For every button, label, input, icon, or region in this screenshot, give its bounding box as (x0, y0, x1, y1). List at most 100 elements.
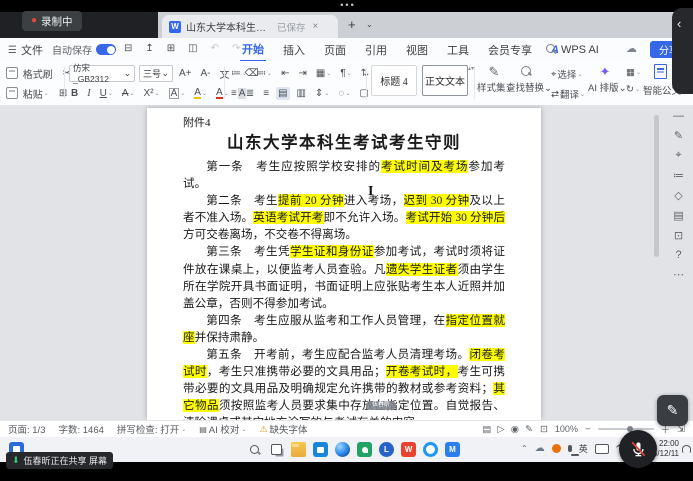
style-body-text[interactable]: 正文文本 (422, 65, 468, 96)
zoom-slider[interactable] (598, 428, 654, 430)
help-icon[interactable]: ? (675, 249, 681, 261)
find-replace-button[interactable]: 查找替换⌄ (506, 64, 546, 94)
select-button[interactable]: ⌖选择⌄ (549, 66, 587, 82)
word-count[interactable]: 字数: 1464 (59, 422, 104, 436)
onedrive-cloud-icon[interactable]: ☁ (535, 443, 545, 454)
menu-wps-ai[interactable]: AWPS AI (549, 41, 601, 59)
autosave-control[interactable]: 自动保存 (52, 42, 116, 57)
document-page[interactable]: 附件4 山东大学本科生考试考生守则 第一条 考生应按照学校安排的考试时间及考场参… (147, 108, 541, 420)
justify-button[interactable]: ▤ (276, 87, 289, 100)
layout-tool-icon[interactable]: ▤ (673, 209, 683, 222)
zoom-out-button[interactable]: − (585, 424, 591, 435)
annotate-button[interactable]: ✎ (657, 395, 688, 426)
microsoft-store-icon[interactable] (313, 442, 328, 457)
read-mode-button[interactable]: ▷ (497, 424, 504, 435)
menu-member[interactable]: 会员专享 (486, 39, 534, 61)
tray-expand-icon[interactable]: ⌃ (521, 444, 528, 453)
touch-keyboard-icon[interactable] (595, 444, 609, 454)
font-name-select[interactable]: 仿宋_GB2312⌄ (69, 65, 135, 82)
copy-button[interactable]: ⊞ (57, 87, 69, 100)
italic-button[interactable]: I (85, 87, 92, 100)
search-icon[interactable] (546, 44, 555, 56)
highlight-button[interactable]: A⌄ (192, 87, 209, 100)
decrease-indent-button[interactable]: ⇤ (279, 67, 291, 80)
missing-font-warning[interactable]: ⚠缺失字体 (259, 422, 307, 436)
close-tab-icon[interactable]: × (313, 21, 319, 32)
line-spacing-button[interactable]: ⇕⌄ (313, 87, 331, 100)
align-right-button[interactable]: ≡ (261, 87, 271, 100)
sort-button[interactable]: ⇅ (359, 67, 371, 80)
ai-proofread-button[interactable]: ▤AI 校对⌄ (199, 422, 246, 436)
export-icon[interactable]: ↥ (143, 42, 155, 55)
format-painter-button[interactable]: 格式刷 (4, 65, 55, 82)
document-paragraph[interactable]: 第一条 考生应按照学校安排的考试时间及考场参加考试。 (183, 158, 505, 192)
document-tab[interactable]: W 山东大学本科生考试... 已保存 × (162, 15, 338, 38)
distribute-button[interactable]: ▥ (295, 87, 308, 100)
docs-app-icon[interactable]: L (379, 442, 394, 457)
document-paragraph[interactable]: 第四条 考生应服从监考和工作人员管理，在指定位置就座并保持肃静。 (183, 312, 505, 346)
menu-view[interactable]: 视图 (404, 39, 430, 61)
fit-page-icon[interactable]: ⊡ (540, 424, 548, 435)
menu-insert[interactable]: 插入 (281, 39, 307, 61)
meeting-panel-handle[interactable]: ‹ (672, 8, 693, 94)
meeting-window-controls[interactable]: ••• (330, 0, 366, 10)
start-button[interactable] (225, 442, 240, 457)
select-tool-icon[interactable]: ⌖ (675, 149, 681, 162)
shrink-font-button[interactable]: A- (199, 65, 213, 82)
increase-indent-button[interactable]: ⇥ (296, 67, 308, 80)
menu-reference[interactable]: 引用 (363, 39, 389, 61)
scrollbar-thumb[interactable] (654, 115, 659, 257)
document-paragraph[interactable]: 第三条 考生凭学生证和身份证参加考试，考试时须将证件放在课桌上，以便监考人员查验… (183, 243, 505, 311)
shape-tool-icon[interactable]: ◇ (674, 189, 682, 202)
snapshot-tool-icon[interactable]: ⊡ (674, 229, 683, 242)
grow-font-button[interactable]: A+ (177, 65, 194, 82)
text-typeset-icon[interactable]: ▦⌄ (624, 66, 643, 79)
list-tool-icon[interactable]: ≔ (673, 169, 684, 182)
shading-button[interactable]: ◌⌄ (336, 87, 352, 100)
microphone-tray-icon[interactable] (568, 445, 572, 452)
bold-button[interactable]: B (69, 87, 80, 100)
browser-app-icon[interactable] (423, 442, 438, 457)
tray-status-icon[interactable] (552, 444, 561, 453)
borders-button[interactable]: ▦⌄ (314, 67, 333, 80)
paragraph-mark-button[interactable]: ¶⌄ (338, 67, 353, 80)
edge-browser-icon[interactable] (335, 442, 350, 457)
more-tools-icon[interactable]: ⋯ (673, 268, 684, 281)
save-icon[interactable]: ⊟ (122, 42, 134, 55)
new-tab-button[interactable]: + (348, 17, 356, 32)
green-app-icon[interactable] (357, 442, 372, 457)
ime-language-indicator[interactable]: 英 (579, 442, 588, 455)
underline-button[interactable]: U⌄ (98, 87, 115, 100)
vertical-scrollbar[interactable] (653, 109, 660, 415)
wps-office-icon[interactable]: W (401, 442, 416, 457)
tab-list-button[interactable]: ⌄ (366, 20, 373, 29)
paste-button[interactable]: 粘贴⌄ (4, 85, 51, 102)
collapse-toolbar-icon[interactable]: — (673, 110, 684, 122)
menu-page[interactable]: 页面 (322, 39, 348, 61)
document-body[interactable]: 第一条 考生应按照学校安排的考试时间及考场参加考试。第二条 考生提前 20 分钟… (183, 158, 505, 420)
print-icon[interactable]: ⊞ (165, 42, 177, 55)
microphone-muted-indicator[interactable] (619, 430, 657, 468)
char-border-button[interactable]: A⌄ (167, 87, 188, 100)
ai-layout-button[interactable]: ✦ AI 排版⌄ (588, 64, 622, 94)
style-heading-4[interactable]: 标题 4 (371, 65, 417, 96)
spellcheck-status[interactable]: 拼写检查: 打开⌄ (117, 422, 186, 436)
autosave-toggle[interactable] (96, 44, 116, 55)
edit-pen-icon[interactable]: ✎ (674, 129, 683, 142)
align-center-button[interactable]: ≣ (244, 87, 256, 100)
notification-bell-icon[interactable] (682, 445, 691, 453)
font-size-select[interactable]: 三号⌄ (139, 65, 173, 82)
menu-home[interactable]: 开始 (240, 38, 266, 62)
file-menu[interactable]: ☰ 文件 (8, 42, 43, 58)
zoom-level[interactable]: 100% (555, 424, 578, 434)
edit-mode-button[interactable]: ✎ (525, 424, 533, 435)
numbering-button[interactable]: ≕⌄ (254, 67, 274, 80)
reset-tool-icon[interactable]: ↻⌄ (624, 83, 643, 96)
menu-tools[interactable]: 工具 (445, 39, 471, 61)
align-left-button[interactable]: ≡ (229, 87, 239, 100)
bullets-button[interactable]: ≔⌄ (229, 67, 249, 80)
print-layout-button[interactable]: ◉ (511, 424, 519, 435)
preview-icon[interactable]: ◫ (186, 42, 199, 55)
superscript-button[interactable]: X²⌄ (142, 87, 162, 100)
document-paragraph[interactable]: 第二条 考生提前 20 分钟进入考场，迟到 30 分钟及以上者不准入场。英语考试… (183, 192, 505, 243)
